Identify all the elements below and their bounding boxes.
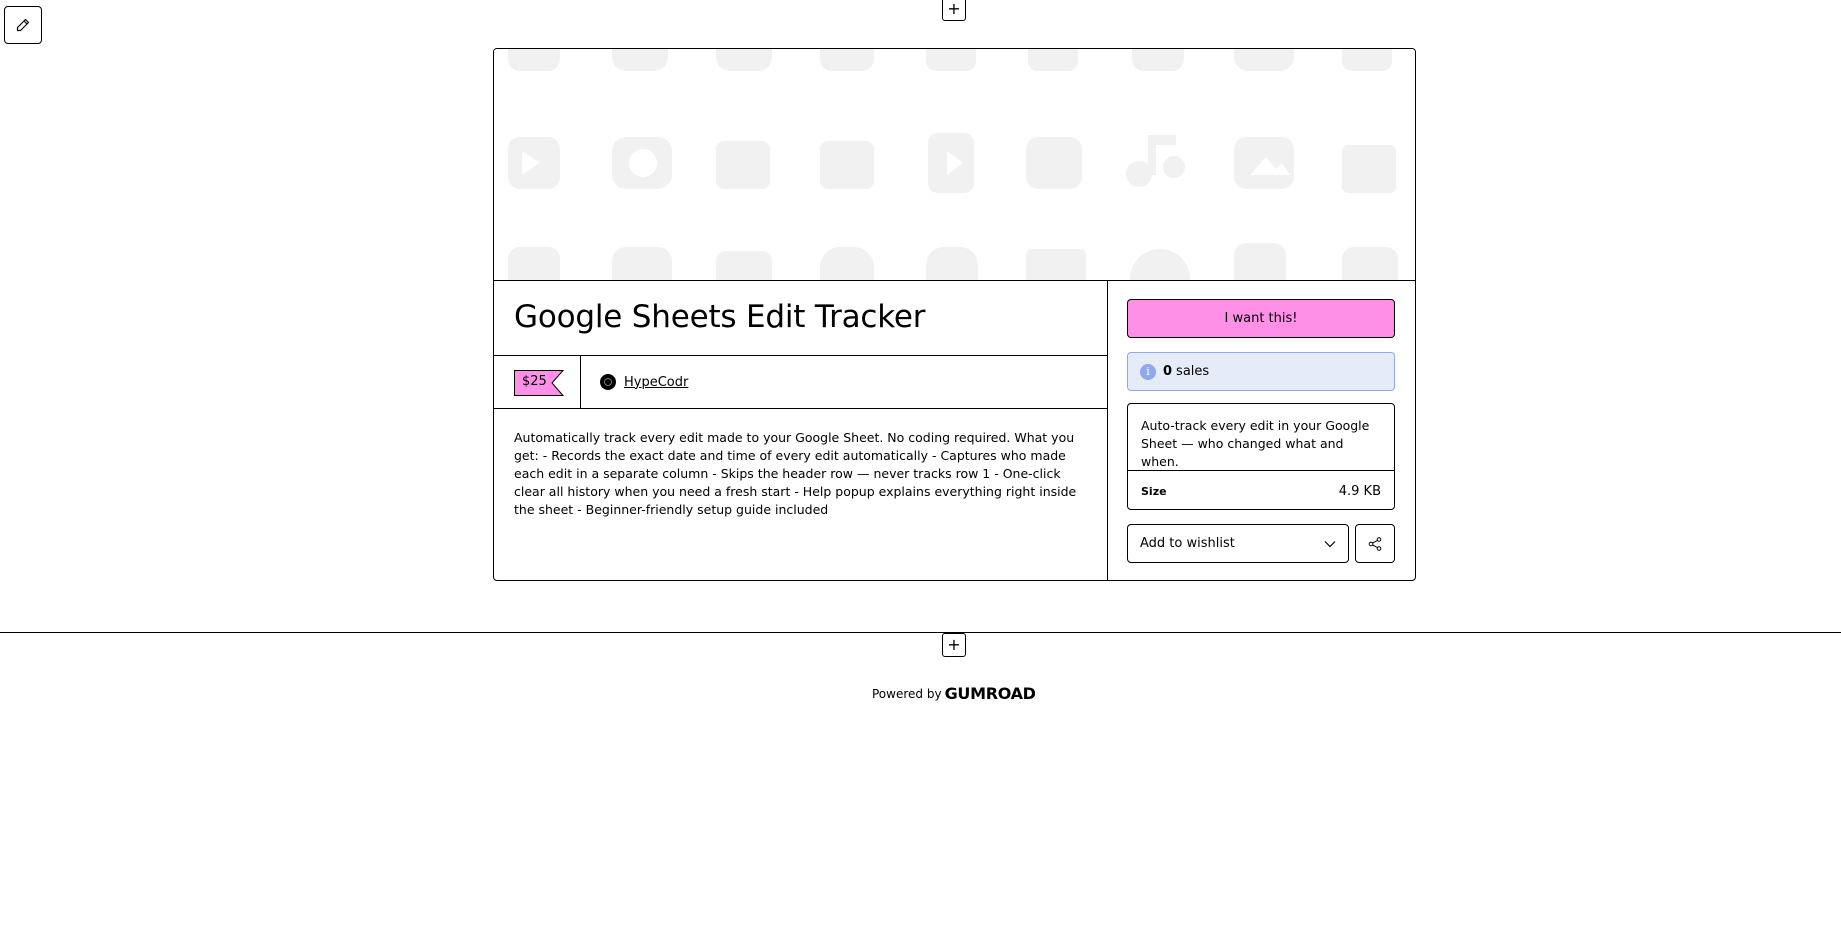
sales-info: i 0 sales bbox=[1127, 352, 1395, 391]
sales-count: 0 bbox=[1163, 364, 1173, 379]
gumroad-logo: GUMROAD bbox=[944, 684, 1036, 703]
powered-by-label: Powered by bbox=[872, 686, 942, 701]
share-button[interactable] bbox=[1355, 524, 1395, 563]
product-info-box: Auto-track every edit in your Google She… bbox=[1127, 403, 1395, 510]
size-value: 4.9 KB bbox=[1338, 483, 1381, 499]
plus-icon: + bbox=[947, 0, 961, 18]
edit-button[interactable] bbox=[4, 6, 42, 44]
section-divider bbox=[0, 632, 1841, 633]
product-description: Automatically track every edit made to y… bbox=[514, 430, 1077, 517]
chevron-down-icon bbox=[1324, 540, 1336, 547]
product-card: Google Sheets Edit Tracker $25 HypeCodr … bbox=[493, 48, 1416, 581]
product-details: Google Sheets Edit Tracker $25 HypeCodr … bbox=[494, 281, 1107, 580]
plus-icon: + bbox=[947, 635, 961, 654]
sales-label: sales bbox=[1176, 364, 1210, 379]
add-section-button-top[interactable]: + bbox=[942, 0, 966, 21]
size-row: Size 4.9 KB bbox=[1128, 471, 1394, 511]
add-section-button-bottom[interactable]: + bbox=[942, 633, 966, 657]
pencil-icon bbox=[16, 18, 30, 32]
product-title: Google Sheets Edit Tracker bbox=[514, 299, 926, 335]
wishlist-label: Add to wishlist bbox=[1140, 536, 1235, 551]
price-cell: $25 bbox=[494, 356, 581, 408]
title-row: Google Sheets Edit Tracker bbox=[494, 281, 1107, 356]
cover-pattern-icon bbox=[508, 49, 1398, 280]
size-label: Size bbox=[1141, 484, 1167, 498]
buy-button[interactable]: I want this! bbox=[1127, 299, 1395, 338]
product-summary: Auto-track every edit in your Google She… bbox=[1128, 404, 1394, 471]
price-label: $25 bbox=[522, 374, 547, 389]
author-avatar bbox=[600, 374, 616, 390]
purchase-panel: I want this! i 0 sales Auto-track every … bbox=[1107, 281, 1415, 580]
meta-row: $25 HypeCodr bbox=[494, 356, 1107, 409]
price-tag: $25 bbox=[514, 370, 564, 396]
author-cell: HypeCodr bbox=[581, 356, 688, 408]
powered-by-footer[interactable]: Powered by GUMROAD bbox=[872, 684, 1036, 703]
add-to-wishlist-button[interactable]: Add to wishlist bbox=[1127, 524, 1349, 563]
share-icon bbox=[1368, 536, 1382, 551]
author-link[interactable]: HypeCodr bbox=[624, 375, 688, 390]
info-icon: i bbox=[1140, 363, 1156, 380]
product-cover bbox=[494, 49, 1415, 281]
